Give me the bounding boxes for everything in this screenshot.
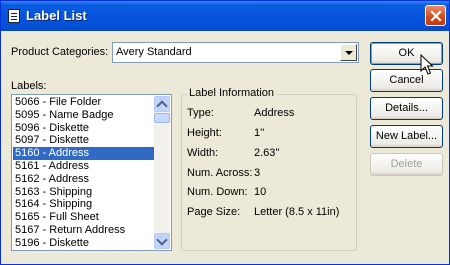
list-item[interactable]: 5165 - Full Sheet xyxy=(13,211,154,224)
list-item[interactable]: 5163 - Shipping xyxy=(13,186,154,199)
mouse-pointer-icon xyxy=(420,54,434,75)
new-label-button[interactable]: New Label... xyxy=(370,125,443,148)
product-categories-select[interactable]: Avery Standard xyxy=(112,42,359,63)
labels-listbox[interactable]: 5066 - File Folder 5095 - Name Badge 5096 … xyxy=(11,94,172,251)
info-type-value: Address xyxy=(254,107,295,119)
scroll-down-icon[interactable] xyxy=(154,233,170,249)
info-num-across-label: Num. Across: xyxy=(187,167,253,179)
close-icon xyxy=(430,10,442,22)
list-item[interactable]: 5162 - Address xyxy=(13,173,154,186)
info-page-size-label: Page Size: xyxy=(187,206,241,218)
close-button[interactable] xyxy=(425,5,446,26)
labels-list: 5066 - File Folder 5095 - Name Badge 5096 … xyxy=(13,96,154,250)
label-list-dialog: Label List Product Categories: Avery Sta… xyxy=(0,0,450,265)
list-item[interactable]: 5160 - Address xyxy=(13,147,154,160)
scroll-up-icon[interactable] xyxy=(154,96,170,112)
info-height-value: 1'' xyxy=(254,127,265,139)
list-item[interactable]: 5161 - Address xyxy=(13,160,154,173)
info-num-down-label: Num. Down: xyxy=(187,186,248,198)
delete-button[interactable]: Delete xyxy=(370,153,443,176)
scroll-thumb[interactable] xyxy=(154,113,170,123)
label-list-icon xyxy=(8,9,20,23)
product-categories-value: Avery Standard xyxy=(116,46,192,58)
info-height-label: Height: xyxy=(187,127,222,139)
list-item[interactable]: 5097 - Diskette xyxy=(13,134,154,147)
list-item[interactable]: 5095 - Name Badge xyxy=(13,109,154,122)
title-bar[interactable]: Label List xyxy=(1,1,449,31)
info-type-label: Type: xyxy=(187,107,214,119)
info-page-size-value: Letter (8.5 x 11in) xyxy=(254,206,340,218)
info-num-across-value: 3 xyxy=(254,167,261,179)
info-width-label: Width: xyxy=(187,147,219,159)
list-item[interactable]: 5164 - Shipping xyxy=(13,198,154,211)
list-item[interactable]: 5066 - File Folder xyxy=(13,96,154,109)
label-information-title: Label Information xyxy=(187,87,276,99)
product-categories-label: Product Categories: xyxy=(11,46,109,58)
window-title: Label List xyxy=(26,8,87,23)
labels-scrollbar[interactable] xyxy=(154,96,170,249)
list-item[interactable]: 5096 - Diskette xyxy=(13,122,154,135)
chevron-down-icon[interactable] xyxy=(340,44,357,61)
list-item[interactable]: 5196 - Diskette xyxy=(13,237,154,250)
labels-caption: Labels: xyxy=(11,80,47,92)
list-item[interactable]: 5167 - Return Address xyxy=(13,224,154,237)
info-num-down-value: 10 xyxy=(254,186,267,198)
details-button[interactable]: Details... xyxy=(370,97,443,120)
info-width-value: 2.63'' xyxy=(254,147,280,159)
